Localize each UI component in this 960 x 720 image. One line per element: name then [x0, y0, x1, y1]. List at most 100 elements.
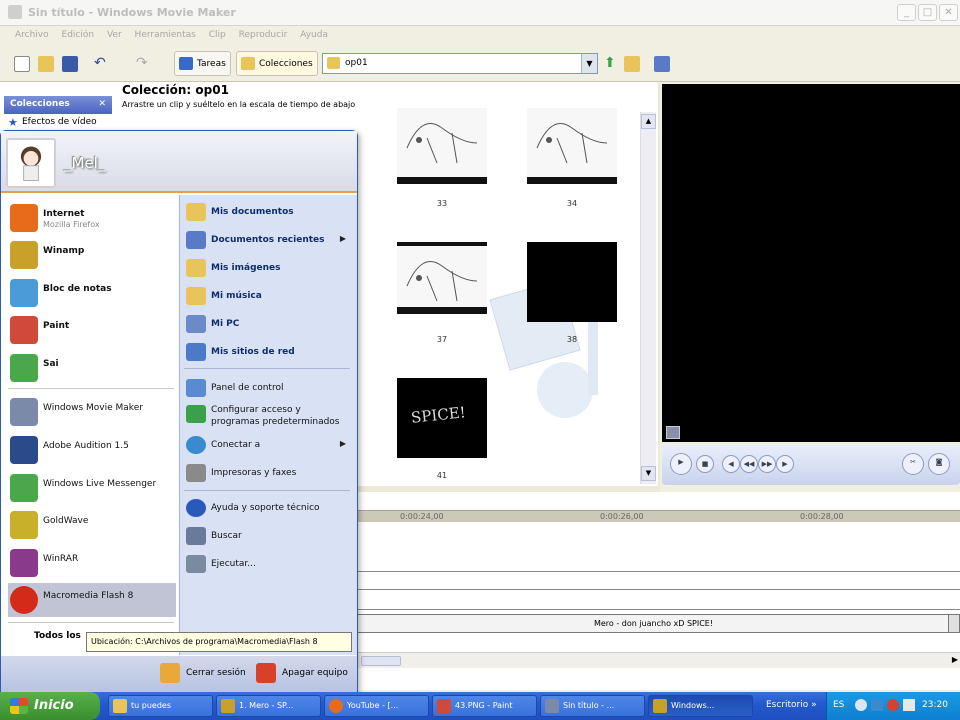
taskbar-item[interactable]: 1. Mero - SP... [216, 695, 321, 717]
clip-thumbnail[interactable] [527, 108, 617, 184]
place-ejecutar[interactable]: Ejecutar... [184, 553, 354, 575]
desktop-label: Escritorio [766, 700, 809, 710]
place-conectar-a[interactable]: Conectar a ▶ [184, 434, 354, 456]
place-ayuda[interactable]: Ayuda y soporte técnico [184, 497, 354, 519]
up-arrow-icon[interactable]: ⬆ [604, 56, 620, 72]
play-icon[interactable]: ▶ [670, 453, 692, 475]
pinned-winamp[interactable]: Winamp [8, 238, 176, 272]
language-indicator[interactable]: ES [833, 700, 844, 710]
taskbar-item-label: Sin título - ... [563, 701, 615, 710]
seek-thumb[interactable] [666, 426, 680, 439]
place-mi-musica[interactable]: Mi música [184, 285, 354, 307]
place-impresoras[interactable]: Impresoras y faxes [184, 462, 354, 484]
volume-tray-icon[interactable] [903, 699, 915, 711]
close-button[interactable]: ✕ [939, 4, 958, 21]
menu-herramientas[interactable]: Herramientas [130, 26, 201, 44]
snapshot-icon[interactable]: ◙ [928, 453, 950, 475]
music-clip[interactable]: Mero - don juancho xD SPICE! [357, 614, 950, 633]
tareas-button[interactable]: Tareas [174, 51, 231, 76]
taskbar-item[interactable]: 43.PNG - Paint [432, 695, 537, 717]
redo-icon[interactable]: ↷ [136, 56, 152, 72]
place-mis-sitios-de-red[interactable]: Mis sitios de red [184, 341, 354, 363]
transition-track[interactable] [355, 574, 960, 590]
folder-icon [327, 57, 340, 69]
chevron-down-icon[interactable]: ▼ [581, 54, 597, 73]
desktop-toolbar[interactable]: Escritorio » [760, 695, 824, 717]
stop-icon[interactable]: ■ [696, 455, 714, 473]
menu-archivo[interactable]: Archivo [10, 26, 54, 44]
timeline-scrollbar[interactable]: ▶ [355, 652, 960, 668]
security-tray-icon[interactable] [887, 699, 899, 711]
seek-bar[interactable] [662, 425, 960, 441]
open-folder-icon[interactable] [38, 56, 54, 72]
menu-edicion[interactable]: Edición [57, 26, 100, 44]
pinned-paint[interactable]: Paint [8, 313, 176, 347]
undo-icon[interactable]: ↶ [94, 56, 110, 72]
save-icon[interactable] [62, 56, 78, 72]
recent-movie-maker[interactable]: Windows Movie Maker [8, 395, 176, 429]
scroll-up-icon[interactable]: ▲ [641, 114, 656, 129]
all-programs-button[interactable]: Todos los [34, 631, 81, 641]
clock[interactable]: 23:20 [922, 700, 948, 710]
start-button[interactable]: Inicio [0, 692, 100, 720]
collection-scrollbar[interactable]: ▲ ▼ [640, 112, 656, 484]
clock-tray-icon[interactable] [855, 699, 867, 711]
menu-ayuda[interactable]: Ayuda [295, 26, 333, 44]
place-mis-documentos[interactable]: Mis documentos [184, 201, 354, 223]
menu-clip[interactable]: Clip [204, 26, 231, 44]
next-frame-icon[interactable]: ▶ [776, 455, 794, 473]
place-documentos-recientes[interactable]: Documentos recientes ▶ [184, 229, 354, 251]
taskbar-item[interactable]: YouTube - [... [324, 695, 429, 717]
place-mi-pc[interactable]: Mi PC [184, 313, 354, 335]
menu-ver[interactable]: Ver [102, 26, 127, 44]
place-configurar-acceso[interactable]: Configurar acceso y programas predetermin… [184, 403, 354, 433]
minimize-button[interactable]: _ [897, 4, 916, 21]
recent-flash-8[interactable]: Macromedia Flash 8 [8, 583, 176, 617]
place-mis-imagenes[interactable]: Mis imágenes [184, 257, 354, 279]
pinned-bloc-de-notas[interactable]: Bloc de notas [8, 276, 176, 310]
forward-icon[interactable]: ▶▶ [758, 455, 776, 473]
clip-thumbnail[interactable] [527, 242, 617, 322]
music-clip-end[interactable] [948, 614, 960, 633]
scroll-thumb[interactable] [361, 656, 401, 666]
scroll-down-icon[interactable]: ▼ [641, 466, 656, 481]
view-options-icon[interactable] [654, 56, 670, 72]
taskbar-item[interactable]: Sin título - ... [540, 695, 645, 717]
recent-live-messenger[interactable]: Windows Live Messenger [8, 471, 176, 505]
pinned-internet[interactable]: Internet Mozilla Firefox [8, 201, 176, 235]
new-folder-icon[interactable] [624, 56, 640, 72]
split-clip-icon[interactable]: ✂ [902, 453, 924, 475]
collection-combo[interactable]: op01 ▼ [322, 53, 598, 74]
timeline-ruler[interactable]: 0:00:24,00 0:00:26,00 0:00:28,00 [355, 510, 960, 522]
taskbar-item[interactable]: Windows... [648, 695, 753, 717]
recent-adobe-audition[interactable]: Adobe Audition 1.5 [8, 433, 176, 467]
clip-thumbnail[interactable] [397, 108, 487, 184]
clip-thumbnail[interactable] [397, 242, 487, 314]
recent-goldwave[interactable]: GoldWave [8, 508, 176, 542]
pinned-sai[interactable]: Sai [8, 351, 176, 385]
avatar[interactable] [6, 138, 56, 188]
menu-reproducir[interactable]: Reproducir [234, 26, 293, 44]
shutdown-button[interactable]: Apagar equipo [256, 662, 348, 684]
search-icon [186, 527, 206, 545]
place-buscar[interactable]: Buscar [184, 525, 354, 547]
previous-frame-icon[interactable]: ◀ [722, 455, 740, 473]
logoff-button[interactable]: Cerrar sesión [160, 662, 246, 684]
efectos-video-item[interactable]: ★ Efectos de vídeo [4, 115, 112, 130]
program-defaults-icon [186, 405, 206, 423]
spice-text: SPICE! [410, 403, 467, 427]
clip-thumbnail[interactable]: SPICE! [397, 378, 487, 458]
taskbar-item[interactable]: tu puedes [108, 695, 213, 717]
video-track[interactable] [355, 524, 960, 572]
rewind-icon[interactable]: ◀◀ [740, 455, 758, 473]
maximize-button[interactable]: □ [918, 4, 937, 21]
recent-winrar[interactable]: WinRAR [8, 546, 176, 580]
taskbar-item-label: YouTube - [... [347, 701, 399, 710]
place-panel-de-control[interactable]: Panel de control [184, 377, 354, 399]
scroll-right-icon[interactable]: ▶ [952, 655, 958, 664]
colecciones-button[interactable]: Colecciones [236, 51, 318, 76]
new-file-icon[interactable] [14, 56, 30, 72]
audio-track[interactable] [355, 592, 960, 610]
network-tray-icon[interactable] [871, 699, 883, 711]
firefox-icon [329, 699, 343, 713]
